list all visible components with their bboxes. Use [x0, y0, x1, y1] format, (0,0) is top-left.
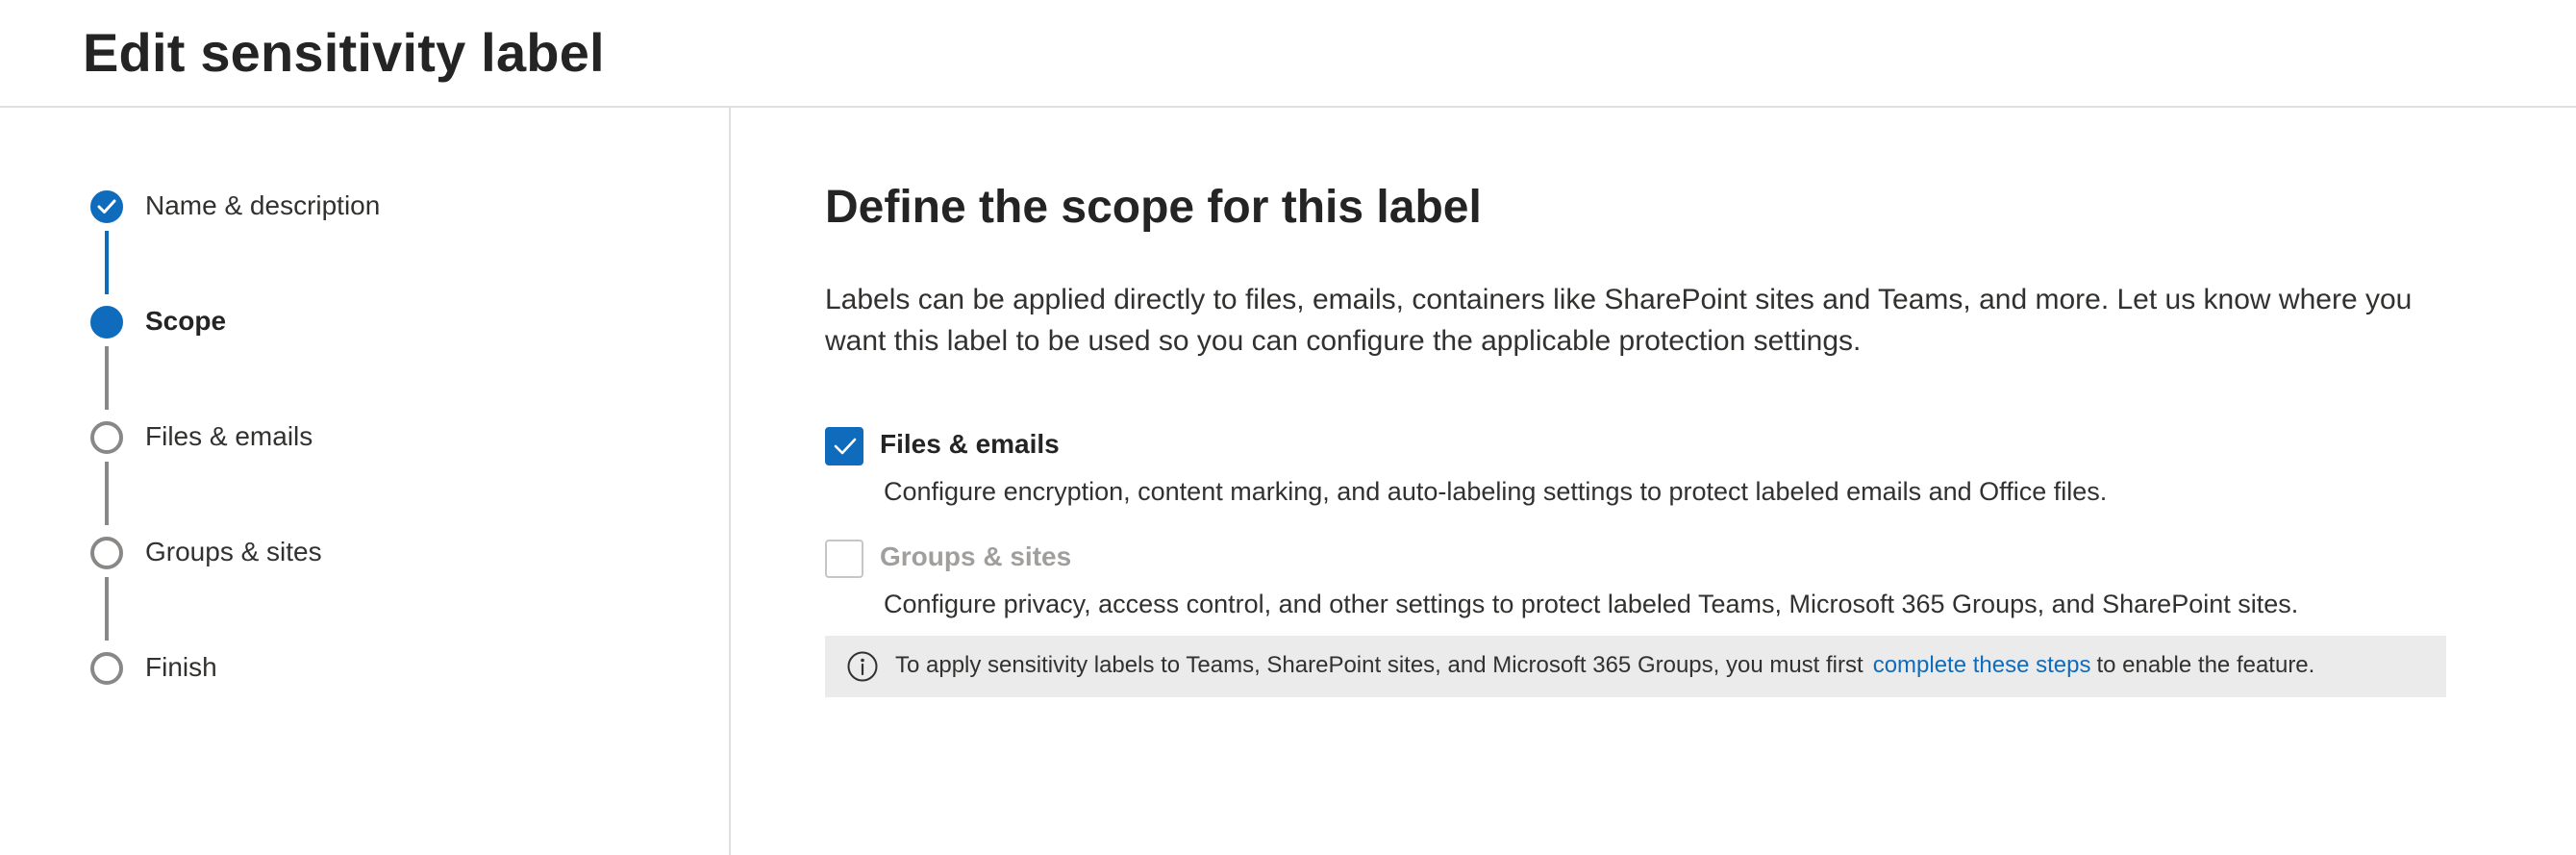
- section-description: Labels can be applied directly to files,…: [825, 284, 2413, 357]
- groups-sites-label: Groups & sites: [880, 541, 1072, 571]
- info-text-before: To apply sensitivity labels to Teams, Sh…: [895, 652, 1863, 678]
- files-emails-description: Configure encryption, content marking, a…: [884, 477, 2108, 506]
- groups-sites-description: Configure privacy, access control, and o…: [884, 590, 2299, 618]
- step-label: Groups & sites: [145, 537, 322, 566]
- files-emails-label[interactable]: Files & emails: [880, 429, 1060, 460]
- info-text-after: to enable the feature.: [2096, 652, 2315, 678]
- step-pending-circle-icon: [90, 652, 123, 685]
- step-completed-check-icon: [90, 190, 123, 223]
- section-title: Define the scope for this label: [825, 182, 1482, 233]
- info-message-bar: To apply sensitivity labels to Teams, Sh…: [825, 636, 2446, 697]
- page-title: Edit sensitivity label: [83, 22, 605, 83]
- complete-these-steps-link[interactable]: complete these steps: [1873, 652, 2091, 678]
- wizard-steps-nav: Name & description Scope Files & emails …: [0, 108, 731, 855]
- step-connector: [105, 577, 109, 641]
- info-icon: [847, 651, 878, 682]
- step-connector: [105, 346, 109, 410]
- info-message-text: To apply sensitivity labels to Teams, Sh…: [895, 652, 2314, 679]
- step-connector: [105, 462, 109, 525]
- step-label: Scope: [145, 306, 227, 336]
- step-connector: [105, 231, 109, 294]
- groups-sites-checkbox: [825, 540, 863, 578]
- step-label: Name & description: [145, 190, 381, 220]
- files-emails-checkbox[interactable]: [825, 427, 863, 465]
- step-pending-circle-icon: [90, 421, 123, 454]
- step-pending-circle-icon: [90, 537, 123, 569]
- step-label: Finish: [145, 652, 217, 682]
- step-label: Files & emails: [145, 421, 313, 451]
- step-current-indicator-icon: [90, 306, 123, 339]
- page-header: Edit sensitivity label: [0, 0, 2576, 108]
